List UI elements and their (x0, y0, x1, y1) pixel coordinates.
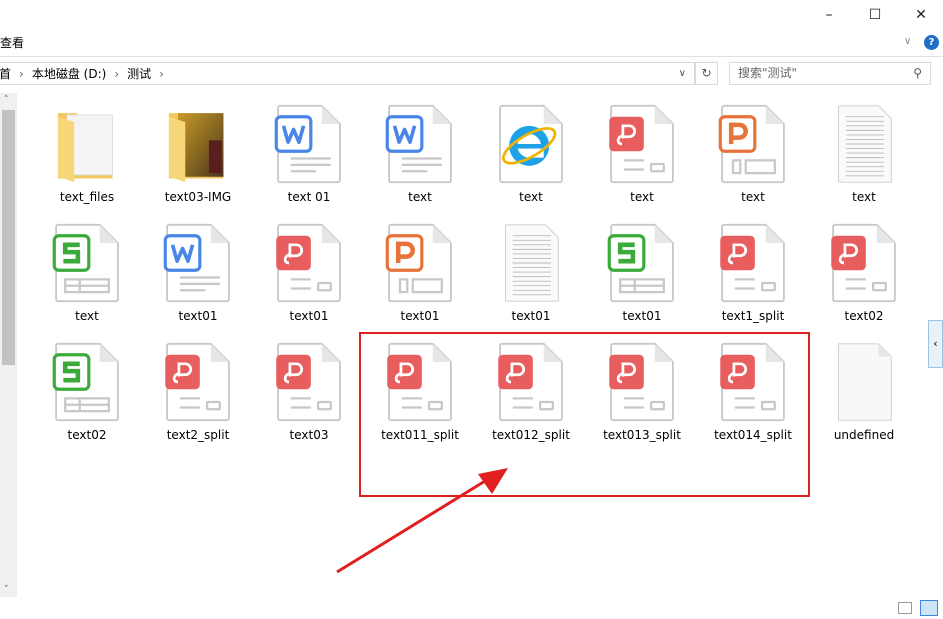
minimize-button[interactable]: – (806, 4, 852, 26)
blank-file-icon (814, 342, 914, 422)
file-item[interactable]: text01 (259, 223, 359, 323)
word-file-icon (259, 104, 359, 184)
details-view-icon[interactable] (898, 602, 912, 614)
close-button[interactable]: ✕ (898, 4, 943, 26)
file-name: text (408, 190, 432, 204)
search-placeholder: 搜索"测试" (738, 66, 798, 80)
pdf-file-icon (259, 342, 359, 422)
file-name: text02 (844, 309, 884, 323)
search-icon[interactable]: ⚲ (913, 63, 922, 84)
file-name: text01 (400, 309, 440, 323)
sheet-file-icon (37, 342, 137, 422)
file-name: text1_split (721, 309, 785, 323)
file-item[interactable]: text (37, 223, 137, 323)
sheet-file-icon (592, 223, 692, 303)
chevron-right-icon: › (19, 66, 24, 81)
file-name: text01 (178, 309, 218, 323)
file-item[interactable]: text1_split (703, 223, 803, 323)
file-item[interactable]: text (481, 104, 581, 204)
pdf-file-icon (592, 104, 692, 184)
file-item[interactable]: text01 (148, 223, 248, 323)
file-name: text02 (67, 428, 107, 442)
file-name: text2_split (166, 428, 230, 442)
chevron-right-icon: › (159, 66, 164, 81)
file-item[interactable]: text02 (814, 223, 914, 323)
address-dropdown-icon[interactable]: ∨ (679, 68, 686, 79)
vertical-scrollbar[interactable]: ˄ ˅ (0, 93, 17, 597)
file-item[interactable]: text (703, 104, 803, 204)
file-item[interactable]: text2_split (148, 342, 248, 442)
file-item[interactable]: text (814, 104, 914, 204)
ribbon-expand-icon[interactable]: ∨ (904, 36, 911, 47)
folder-image-file-icon (148, 104, 248, 184)
file-name: text01 (289, 309, 329, 323)
pdf-file-icon (814, 223, 914, 303)
txt-file-icon (814, 104, 914, 184)
ppt-file-icon (370, 223, 470, 303)
file-name: text01 (622, 309, 662, 323)
annotation-arrow (336, 468, 508, 574)
file-item[interactable]: text03 (259, 342, 359, 442)
chevron-right-icon: › (114, 66, 120, 81)
preview-pane-toggle[interactable]: ‹ (928, 320, 943, 368)
scrollbar-thumb[interactable] (2, 110, 15, 365)
file-item[interactable]: text01 (370, 223, 470, 323)
file-name: text (741, 190, 765, 204)
search-input[interactable]: 搜索"测试" ⚲ (729, 62, 931, 85)
file-item[interactable]: text_files (37, 106, 137, 204)
html-file-icon (481, 104, 581, 184)
file-item[interactable]: text (592, 104, 692, 204)
file-name: text (852, 190, 876, 204)
file-item[interactable]: undefined (814, 342, 914, 442)
file-name: text (519, 190, 543, 204)
ppt-file-icon (703, 104, 803, 184)
help-icon[interactable]: ? (924, 35, 939, 50)
ribbon-tab-view[interactable]: 查看 (0, 34, 24, 51)
file-name: text (75, 309, 99, 323)
file-name: text03 (289, 428, 329, 442)
txt-file-icon (481, 223, 581, 303)
pdf-file-icon (148, 342, 248, 422)
file-item[interactable]: text01 (592, 223, 692, 323)
word-file-icon (148, 223, 248, 303)
file-item[interactable]: text01 (481, 223, 581, 323)
address-bar[interactable]: 首 › 本地磁盘 (D:) › 测试 › ∨ (0, 62, 695, 85)
file-name: text01 (511, 309, 551, 323)
file-item[interactable]: text (370, 104, 470, 204)
file-name: text_files (59, 190, 115, 204)
file-name: text 01 (287, 190, 331, 204)
pdf-file-icon (259, 223, 359, 303)
folder-file-icon (37, 104, 137, 184)
file-item[interactable]: text 01 (259, 104, 359, 204)
refresh-button[interactable]: ↻ (695, 62, 718, 85)
sheet-file-icon (37, 223, 137, 303)
scroll-down-icon[interactable]: ˅ (4, 585, 9, 595)
file-name: text03-IMG (164, 190, 232, 204)
file-name: text (630, 190, 654, 204)
divider (0, 56, 943, 57)
scroll-up-icon[interactable]: ˄ (4, 95, 9, 105)
breadcrumb-item[interactable]: 首 (0, 65, 11, 82)
breadcrumb-item[interactable]: 本地磁盘 (D:) (32, 65, 106, 82)
breadcrumb-item[interactable]: 测试 (127, 65, 151, 82)
file-item[interactable]: text03-IMG (148, 106, 248, 204)
maximize-button[interactable]: ☐ (852, 4, 898, 26)
large-icons-view-icon[interactable] (920, 600, 938, 616)
file-name: undefined (833, 428, 895, 442)
pdf-file-icon (703, 223, 803, 303)
file-item[interactable]: text02 (37, 342, 137, 442)
word-file-icon (370, 104, 470, 184)
